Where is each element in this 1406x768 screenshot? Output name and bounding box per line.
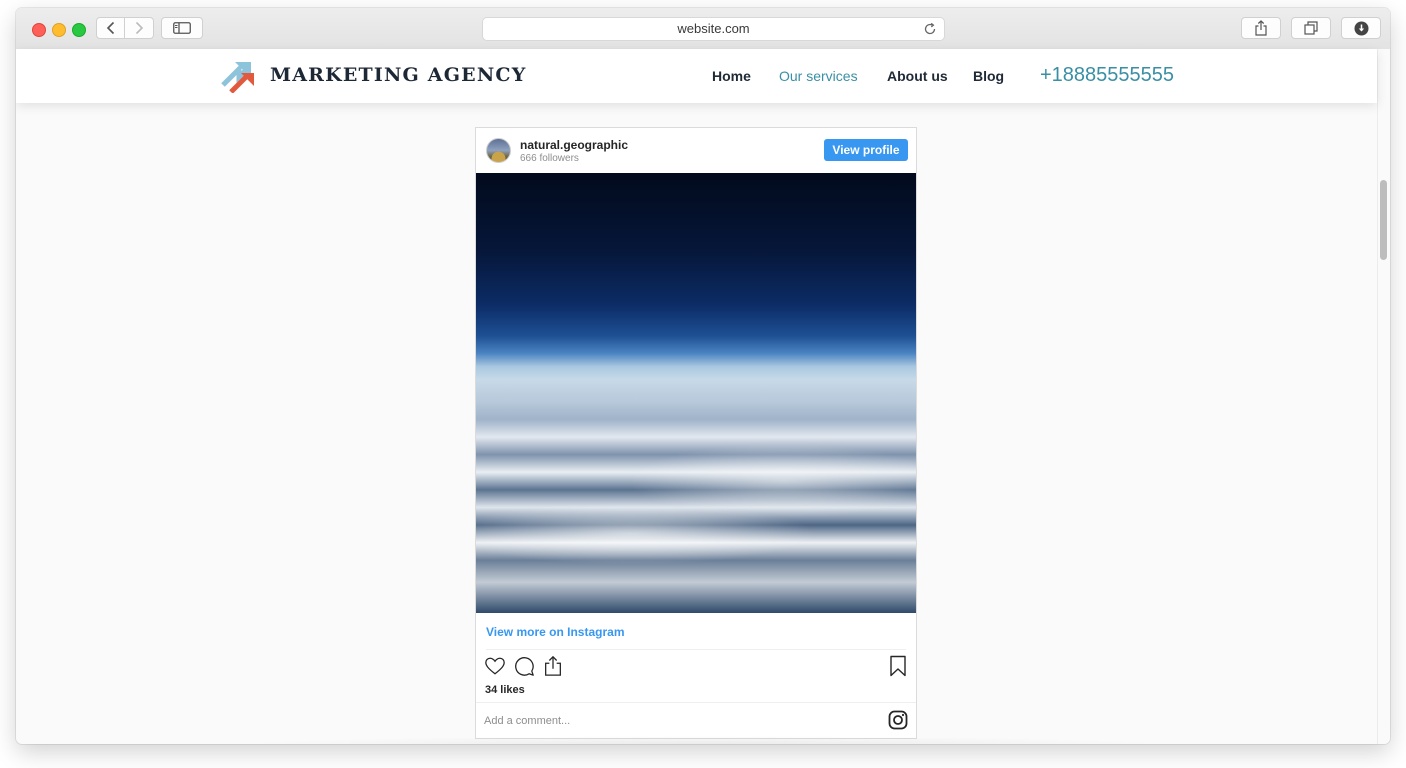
downloads-button[interactable] (1341, 17, 1381, 39)
view-profile-button[interactable]: View profile (824, 139, 908, 161)
scrollbar-thumb[interactable] (1380, 180, 1387, 260)
avatar[interactable] (486, 138, 511, 163)
chevron-right-icon (135, 21, 144, 35)
scrollbar-track[interactable] (1377, 49, 1390, 744)
heart-icon[interactable] (484, 655, 506, 677)
follower-count: 666 followers (520, 153, 579, 164)
nav-blog[interactable]: Blog (973, 68, 1004, 84)
site-header: MARKETING AGENCY Home Our services About… (16, 49, 1377, 103)
view-more-on-instagram-link[interactable]: View more on Instagram (486, 625, 625, 639)
reload-icon[interactable] (923, 22, 937, 36)
chevron-left-icon (106, 21, 114, 35)
instagram-embed-card: natural.geographic 666 followers View pr… (475, 127, 917, 739)
url-text: website.com (677, 21, 750, 36)
post-photo[interactable] (476, 173, 916, 613)
instagram-logo-icon[interactable] (888, 710, 908, 730)
back-button[interactable] (96, 17, 125, 39)
sidebar-icon (173, 22, 191, 34)
logo-arrows-icon[interactable] (221, 59, 257, 93)
forward-button[interactable] (125, 17, 154, 39)
add-comment-input[interactable]: Add a comment... (484, 715, 570, 727)
address-bar[interactable]: website.com (482, 17, 945, 41)
close-window-button[interactable] (32, 23, 46, 37)
nav-our-services[interactable]: Our services (779, 68, 858, 84)
post-username[interactable]: natural.geographic (520, 138, 628, 152)
comment-icon[interactable] (513, 655, 535, 677)
browser-toolbar: website.com (16, 8, 1390, 50)
share-button[interactable] (1241, 17, 1281, 39)
phone-number-link[interactable]: +18885555555 (1040, 64, 1174, 87)
tabs-overview-button[interactable] (1291, 17, 1331, 39)
divider (476, 702, 916, 703)
divider (486, 649, 906, 650)
browser-window: website.com MARKETING AGENCY Home Our se… (16, 8, 1390, 744)
sidebar-toggle-button[interactable] (161, 17, 203, 39)
share-post-icon[interactable] (542, 655, 564, 677)
nav-home[interactable]: Home (712, 68, 751, 84)
nav-about-us[interactable]: About us (887, 68, 948, 84)
download-icon (1354, 21, 1368, 35)
minimize-window-button[interactable] (52, 23, 66, 37)
share-icon (1255, 20, 1267, 36)
tabs-icon (1304, 21, 1318, 35)
site-logo-text[interactable]: MARKETING AGENCY (270, 64, 527, 86)
like-count[interactable]: 34 likes (485, 684, 525, 696)
maximize-window-button[interactable] (72, 23, 86, 37)
page-footer-shadow (231, 736, 1176, 744)
bookmark-icon[interactable] (888, 655, 908, 677)
